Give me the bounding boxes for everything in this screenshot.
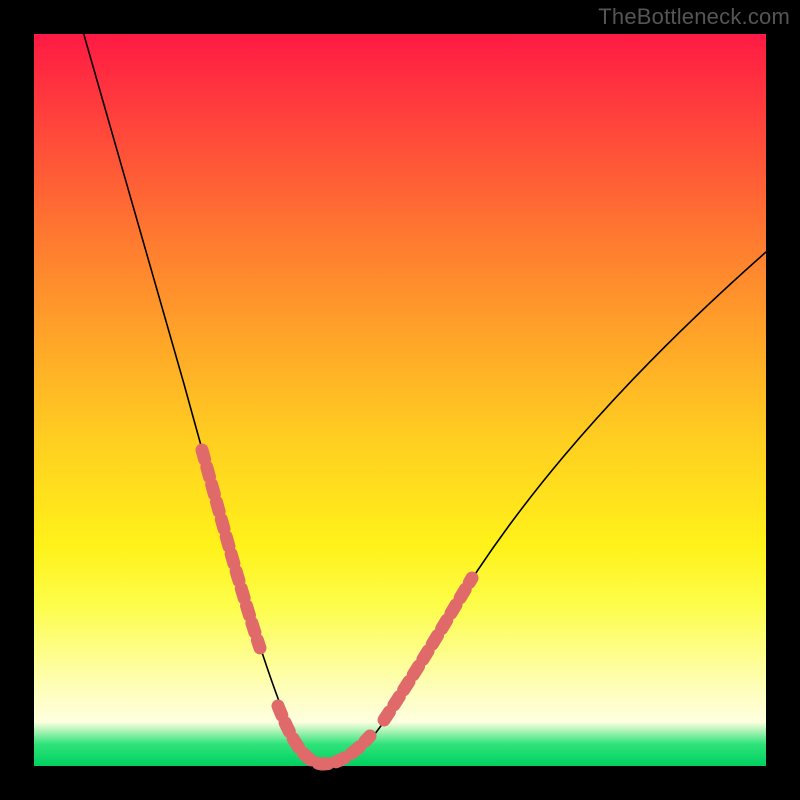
chart-frame: TheBottleneck.com <box>0 0 800 800</box>
valley-dots-segment <box>278 706 370 764</box>
right-dots-segment <box>384 578 472 720</box>
watermark-label: TheBottleneck.com <box>598 4 790 30</box>
chart-svg <box>34 34 766 766</box>
left-dots-segment <box>202 450 260 648</box>
highlight-dots <box>202 450 472 764</box>
plot-area <box>34 34 766 766</box>
